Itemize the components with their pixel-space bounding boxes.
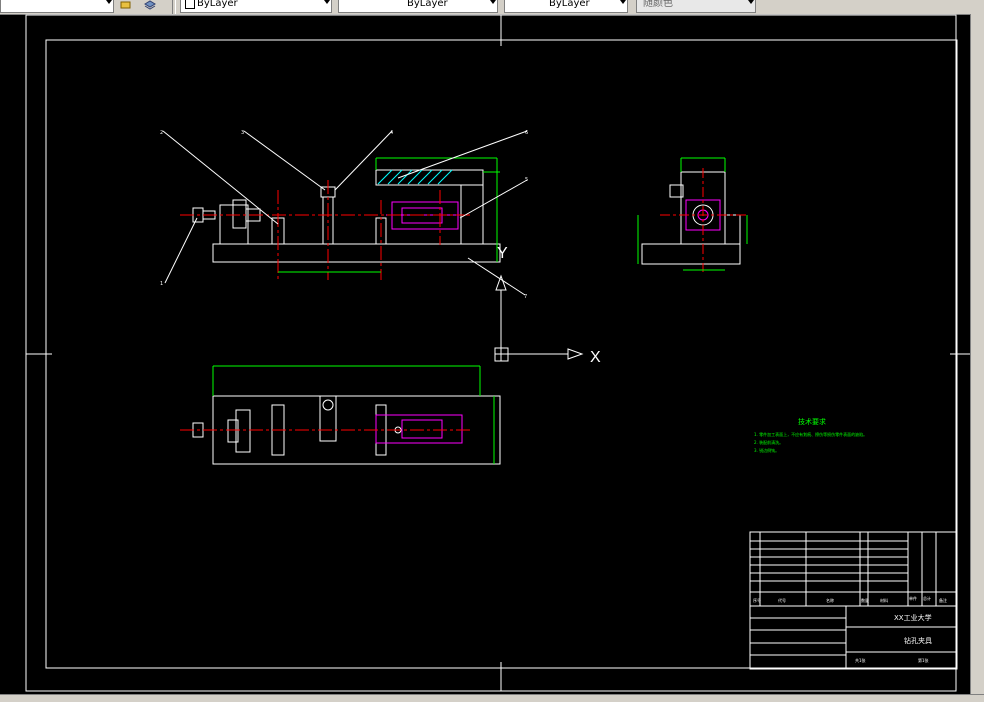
ucs-x-label: X: [590, 349, 601, 366]
tech-requirement-item: 3. 锐边倒钝。: [754, 447, 779, 453]
centering-marks: [26, 15, 970, 691]
balloon-3: 3: [241, 130, 244, 136]
title-block-header: 总计: [923, 595, 931, 601]
title-block-header: 数量: [861, 597, 869, 603]
balloon-1: 1: [160, 281, 163, 287]
title-block-header: 备注: [939, 597, 947, 603]
balloon-6: 6: [525, 130, 528, 136]
top-view: [180, 365, 501, 465]
sheet-number: 第1张: [918, 657, 929, 663]
technical-requirements: 技术要求 1. 零件加工表面上，不应有划痕、擦伤等损伤零件表面的缺陷。 2. 装…: [754, 417, 867, 453]
balloon-7: 7: [524, 294, 527, 300]
tech-requirement-item: 1. 零件加工表面上，不应有划痕、擦伤等损伤零件表面的缺陷。: [754, 431, 867, 437]
balloon-2: 2: [160, 130, 163, 136]
title-block-header: 材料: [880, 597, 888, 603]
title-block-text: 序号 代号 名称 数量 材料 单件 总计 备注 XX工业大学 钻孔夹具 共1张 …: [753, 595, 947, 663]
ucs-y-label: Y: [497, 245, 508, 262]
sheet-count: 共1张: [855, 657, 866, 663]
tech-requirement-item: 2. 装配前清洗。: [754, 439, 783, 445]
front-view: [162, 130, 528, 296]
sheet-outer-border: [25, 14, 957, 692]
school-name: XX工业大学: [894, 613, 932, 622]
balloon-5: 5: [525, 177, 528, 183]
vertical-scrollbar[interactable]: [970, 14, 984, 694]
title-block-header: 名称: [826, 597, 834, 603]
balloon-4: 4: [390, 130, 393, 136]
title-block-header: 序号: [753, 597, 761, 603]
side-view: [637, 157, 748, 272]
title-block-header: 单件: [909, 595, 917, 601]
title-block-header: 代号: [778, 597, 786, 603]
drawing-name: 钻孔夹具: [904, 636, 932, 645]
ucs-icon: [494, 274, 584, 362]
drawing-canvas[interactable]: X Y 2 3 4 6 5 1 7 技术要求 1. 零件加工表面上，不应有划痕、…: [0, 0, 970, 694]
tech-requirements-title: 技术要求: [798, 417, 826, 426]
